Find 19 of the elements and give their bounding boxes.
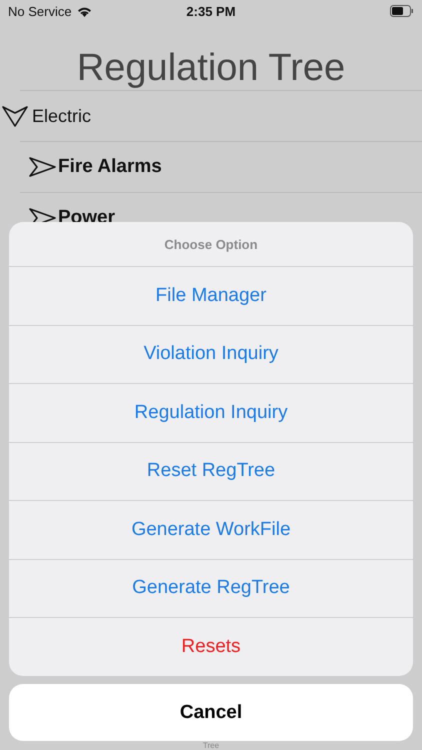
sheet-option[interactable]: Generate WorkFile xyxy=(9,500,413,558)
sheet-option[interactable]: File Manager xyxy=(9,266,413,324)
sheet-option[interactable]: Regulation Inquiry xyxy=(9,383,413,442)
battery-icon xyxy=(390,5,414,17)
sheet-option[interactable]: Reset RegTree xyxy=(9,442,413,500)
tree-item[interactable]: Electric xyxy=(32,106,92,126)
sheet-option[interactable]: Violation Inquiry xyxy=(9,324,413,383)
sheet-option[interactable]: Generate RegTree xyxy=(9,558,413,617)
cancel-button[interactable]: Cancel xyxy=(9,684,413,741)
carrier-label: No Service xyxy=(8,4,72,18)
sheet-option[interactable]: Resets xyxy=(9,617,413,676)
page-title: Regulation Tree xyxy=(76,46,346,90)
sheet-title: Choose Option xyxy=(163,236,259,254)
tab-label[interactable]: Tree xyxy=(0,741,422,750)
tree-item[interactable]: Fire Alarms xyxy=(58,156,162,178)
wifi-icon xyxy=(76,6,92,16)
clock-time: 2:35 PM xyxy=(186,4,236,18)
chevron-right-icon[interactable] xyxy=(28,157,56,177)
chevron-down-icon[interactable] xyxy=(2,104,28,128)
